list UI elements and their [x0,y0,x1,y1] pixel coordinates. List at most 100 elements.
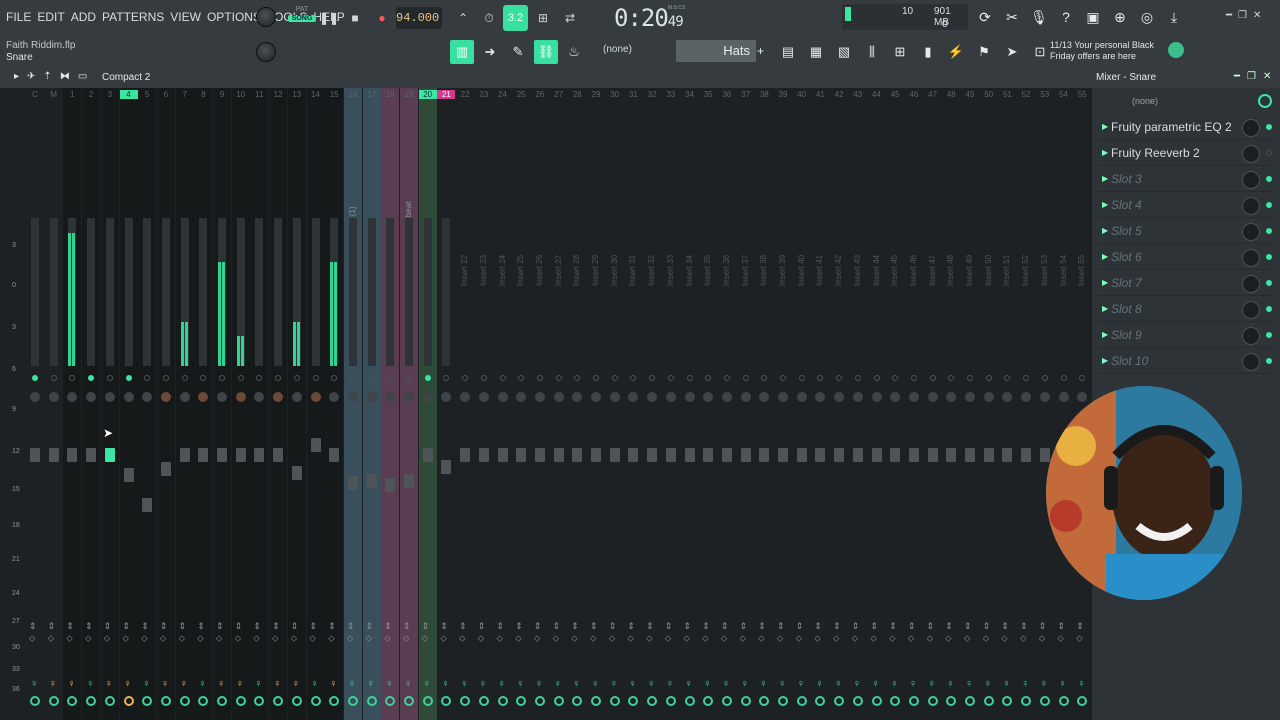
menu-options[interactable]: OPTIONS [207,10,261,24]
effect-slot[interactable]: ▶ Fruity Reeverb 2 [1098,142,1274,166]
channel-enable-led[interactable] [985,375,992,381]
master-volume-knob[interactable] [256,7,276,27]
pan-knob[interactable] [478,392,489,402]
channel-enable-led[interactable] [518,375,525,381]
mixer-channel[interactable]: 39 Insert 39 ⇕ ⬦ ♀ [774,88,792,720]
stereo-separation-icon[interactable]: ⇕ ⬦ [366,620,374,644]
split-icon[interactable]: ⧓ [60,71,70,82]
send-switch-icon[interactable]: ♀ [49,678,57,690]
route-knob[interactable] [983,696,994,706]
slot-enable-led[interactable] [1266,280,1272,286]
route-knob[interactable] [647,696,658,706]
stereo-separation-icon[interactable]: ⇕ ⬦ [291,620,299,644]
slot-enable-led[interactable] [1266,176,1272,182]
draw-icon[interactable]: ✎ [506,40,530,64]
pan-knob[interactable] [796,392,807,402]
stereo-separation-icon[interactable]: ⇕ ⬦ [927,620,935,644]
stereo-separation-icon[interactable]: ⇕ ⬦ [1076,620,1084,644]
route-knob[interactable] [235,696,246,706]
effect-slot[interactable]: ▶ Slot 9 [1098,324,1274,348]
send-switch-icon[interactable]: ♀ [217,678,225,690]
mixer-channel[interactable]: 33 Insert 33 ⇕ ⬦ ♀ [662,88,680,720]
stereo-separation-icon[interactable]: ⇕ ⬦ [253,620,261,644]
send-switch-icon[interactable]: ♀ [890,678,898,690]
volume-fader[interactable] [815,448,826,462]
menu-arrow-icon[interactable]: ▸ [14,71,19,82]
route-knob[interactable] [1039,696,1050,706]
stereo-separation-icon[interactable]: ⇕ ⬦ [216,620,224,644]
route-knob[interactable] [123,696,134,706]
channel-enable-led[interactable] [69,375,76,381]
channel-enable-led[interactable] [574,375,581,381]
channel-enable-led[interactable] [948,375,955,381]
slot-mix-knob[interactable] [1242,275,1260,293]
channel-enable-led[interactable] [162,375,169,381]
stereo-separation-icon[interactable]: ⇕ ⬦ [889,620,897,644]
slot-mix-knob[interactable] [1242,223,1260,241]
send-switch-icon[interactable]: ♀ [161,678,169,690]
volume-fader[interactable] [796,448,807,462]
channel-enable-led[interactable] [854,375,861,381]
mixer-channel[interactable]: 43 Insert 43 ⇕ ⬦ ♀ [849,88,867,720]
mixer-channel[interactable]: 36 Insert 36 ⇕ ⬦ ♀ [718,88,736,720]
menu-add[interactable]: ADD [71,10,96,24]
send-switch-icon[interactable]: ♀ [685,678,693,690]
stereo-separation-icon[interactable]: ⇕ ⬦ [1001,620,1009,644]
route-knob[interactable] [778,696,788,706]
pan-knob[interactable] [572,392,583,402]
pan-knob[interactable] [329,392,340,402]
wait-input-icon[interactable]: ⏱ [478,7,500,29]
send-switch-icon[interactable]: ♀ [853,678,861,690]
pan-knob[interactable] [871,392,882,402]
send-switch-icon[interactable]: ♀ [142,678,150,690]
pan-knob[interactable] [703,392,714,402]
mixer-channel[interactable]: 16MB Reverse Crash (1)⇕⬦♀ [343,88,362,720]
volume-fader[interactable] [142,498,153,512]
send-switch-icon[interactable]: ♀ [759,678,767,690]
pan-knob[interactable] [721,392,732,402]
mixer-channel[interactable]: 24 Insert 24 ⇕ ⬦ ♀ [494,88,512,720]
volume-fader[interactable] [834,448,845,462]
channel-enable-led[interactable] [630,375,637,381]
send-switch-icon[interactable]: ♀ [236,678,244,690]
route-knob[interactable] [441,696,452,706]
route-knob[interactable] [572,696,583,706]
route-knob[interactable] [104,696,115,706]
volume-fader[interactable] [965,448,975,462]
minimize-icon[interactable]: ━ [1234,71,1240,82]
channel-enable-led[interactable] [817,375,824,381]
route-knob[interactable] [591,696,601,706]
mixer-channel[interactable]: 27 Insert 27 ⇕ ⬦ ♀ [550,88,568,720]
stereo-separation-icon[interactable]: ⇕ ⬦ [403,620,411,644]
slot-enable-led[interactable] [1266,332,1272,338]
stereo-separation-icon[interactable]: ⇕ ⬦ [534,620,542,644]
send-switch-icon[interactable]: ♀ [460,678,468,690]
channel-enable-led[interactable] [144,375,151,381]
channel-enable-led[interactable] [219,375,225,381]
volume-fader[interactable] [1039,448,1050,462]
volume-fader[interactable] [703,448,714,462]
slot-arrow-icon[interactable]: ▶ [1102,278,1108,287]
stereo-separation-icon[interactable]: ⇕ ⬦ [179,620,187,644]
route-knob[interactable] [834,696,845,706]
stereo-separation-icon[interactable]: ⇕ ⬦ [66,620,74,644]
stereo-separation-icon[interactable]: ⇕ ⬦ [777,620,785,644]
mixer-channel[interactable]: 20Drum Buss⇕⬦♀ [418,88,437,720]
bird-icon[interactable]: ✈ [27,71,35,82]
pan-knob[interactable] [86,392,97,402]
volume-fader[interactable] [852,448,863,462]
menu-view[interactable]: VIEW [170,10,201,24]
channel-enable-led[interactable] [892,375,899,381]
pan-knob[interactable] [310,392,321,402]
send-switch-icon[interactable]: ♀ [329,678,337,690]
pan-knob[interactable] [534,392,545,402]
volume-fader[interactable] [497,448,508,462]
file-icon[interactable]: ▮ [916,40,940,64]
stereo-separation-icon[interactable]: ⇕ ⬦ [908,620,916,644]
mixer-channel[interactable]: 17clav⇕⬦♀ [362,88,381,720]
channel-enable-led[interactable] [929,375,936,381]
route-knob[interactable] [460,696,471,706]
mixer-channel[interactable]: 34 Insert 34 ⇕ ⬦ ♀ [681,88,699,720]
pan-knob[interactable] [1021,392,1032,402]
volume-fader[interactable] [740,448,751,462]
